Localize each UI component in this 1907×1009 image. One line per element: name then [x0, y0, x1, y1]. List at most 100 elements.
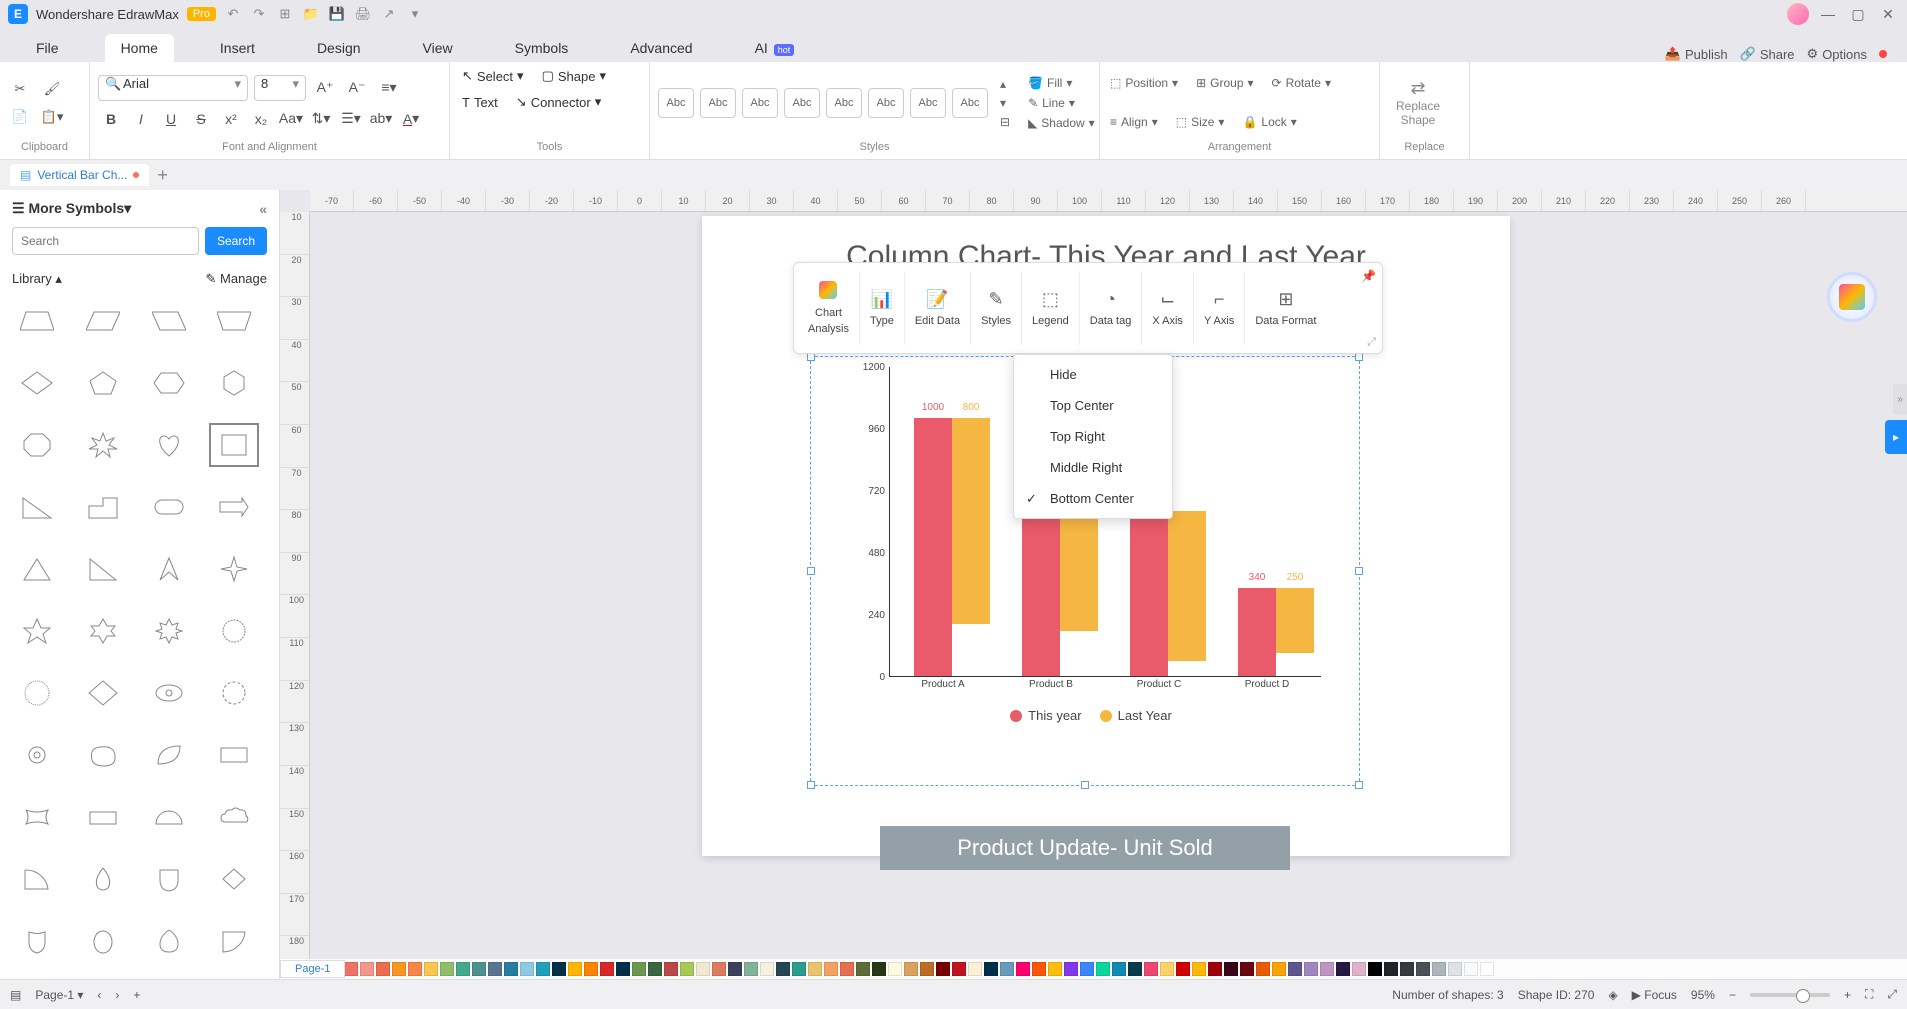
focus-button[interactable]: ▶ Focus: [1632, 988, 1677, 1002]
layers-icon[interactable]: ◈: [1608, 988, 1617, 1002]
style-gallery[interactable]: Abc Abc Abc Abc Abc Abc Abc Abc: [658, 88, 988, 118]
color-swatch[interactable]: [408, 962, 422, 976]
color-swatch[interactable]: [440, 962, 454, 976]
color-swatch[interactable]: [728, 962, 742, 976]
page-layout-icon[interactable]: ▤: [10, 988, 21, 1002]
gallery-more-icon[interactable]: ⊟: [998, 113, 1012, 131]
color-swatch[interactable]: [584, 962, 598, 976]
chart-type-button[interactable]: 📊Type: [860, 271, 905, 345]
more-icon[interactable]: ▾: [406, 5, 424, 23]
shape-shield[interactable]: [144, 857, 194, 901]
color-swatch[interactable]: [760, 962, 774, 976]
shape-diamond2[interactable]: [78, 671, 128, 715]
search-input[interactable]: [12, 227, 199, 255]
shape-heart[interactable]: [144, 423, 194, 467]
manage-button[interactable]: ✎ Manage: [206, 271, 268, 287]
color-swatch[interactable]: [744, 962, 758, 976]
menu-home[interactable]: Home: [105, 34, 174, 62]
chart-analysis-button[interactable]: ChartAnalysis: [798, 271, 860, 345]
color-swatch[interactable]: [1000, 962, 1014, 976]
color-swatch[interactable]: [1272, 962, 1286, 976]
color-swatch[interactable]: [1464, 962, 1478, 976]
superscript-icon[interactable]: x²: [218, 107, 244, 131]
shape-pentagon[interactable]: [78, 361, 128, 405]
print-icon[interactable]: 🖨: [354, 5, 372, 23]
resize-handle[interactable]: [1355, 353, 1363, 361]
color-swatch[interactable]: [712, 962, 726, 976]
bullets-icon[interactable]: ☰▾: [338, 107, 364, 131]
size-button[interactable]: ⬚ Size▾: [1174, 113, 1227, 131]
x-axis-button[interactable]: ⌙X Axis: [1142, 271, 1194, 345]
color-swatch[interactable]: [392, 962, 406, 976]
shape-hexagon-v[interactable]: [209, 361, 259, 405]
shadow-button[interactable]: ◣ Shadow ▾: [1026, 114, 1097, 132]
menu-file[interactable]: File: [20, 34, 75, 62]
color-swatch[interactable]: [824, 962, 838, 976]
new-icon[interactable]: ⊞: [276, 5, 294, 23]
color-swatch[interactable]: [1032, 962, 1046, 976]
color-swatch[interactable]: [792, 962, 806, 976]
color-swatch[interactable]: [1112, 962, 1126, 976]
font-grow-icon[interactable]: A⁺: [312, 76, 338, 100]
color-swatch[interactable]: [1352, 962, 1366, 976]
color-swatch[interactable]: [1288, 962, 1302, 976]
line-button[interactable]: ✎ Line ▾: [1026, 94, 1097, 112]
font-size-select[interactable]: 8 ▾: [254, 75, 306, 101]
color-swatch[interactable]: [376, 962, 390, 976]
gallery-down-icon[interactable]: ▾: [998, 94, 1012, 112]
style-preset[interactable]: Abc: [910, 88, 946, 118]
color-swatch[interactable]: [568, 962, 582, 976]
add-tab-button[interactable]: +: [157, 165, 168, 186]
color-swatch[interactable]: [360, 962, 374, 976]
color-swatch[interactable]: [632, 962, 646, 976]
shape-leaf[interactable]: [144, 733, 194, 777]
rotate-button[interactable]: ⟳ Rotate▾: [1270, 74, 1333, 92]
shape-trapezoid-r[interactable]: [144, 299, 194, 343]
color-swatch[interactable]: [776, 962, 790, 976]
color-swatch[interactable]: [648, 962, 662, 976]
subtitle-box[interactable]: Product Update- Unit Sold: [880, 826, 1290, 870]
legend-option[interactable]: Hide: [1014, 359, 1172, 390]
resize-handle[interactable]: [1355, 781, 1363, 789]
shape-egg[interactable]: [78, 919, 128, 963]
shape-star-burst[interactable]: [78, 423, 128, 467]
fullscreen-icon[interactable]: ⤢: [1887, 987, 1897, 1002]
style-preset[interactable]: Abc: [868, 88, 904, 118]
menu-insert[interactable]: Insert: [204, 34, 271, 62]
text-button[interactable]: T Text: [458, 92, 502, 112]
style-preset[interactable]: Abc: [700, 88, 736, 118]
color-swatch[interactable]: [424, 962, 438, 976]
shape-sparkle[interactable]: [209, 547, 259, 591]
legend-option[interactable]: Top Right: [1014, 421, 1172, 452]
align-icon[interactable]: ≡▾: [376, 76, 402, 100]
color-swatch[interactable]: [472, 962, 486, 976]
menu-design[interactable]: Design: [301, 34, 377, 62]
color-swatch[interactable]: [344, 962, 358, 976]
color-swatch[interactable]: [888, 962, 902, 976]
color-swatch[interactable]: [968, 962, 982, 976]
legend-button[interactable]: ⬚Legend: [1022, 271, 1080, 345]
add-page-icon[interactable]: +: [133, 988, 140, 1002]
resize-handle[interactable]: [1355, 567, 1363, 575]
publish-button[interactable]: 📤 Publish: [1665, 46, 1728, 62]
color-swatch[interactable]: [1400, 962, 1414, 976]
color-swatch[interactable]: [984, 962, 998, 976]
style-preset[interactable]: Abc: [952, 88, 988, 118]
undo-icon[interactable]: ↶: [224, 5, 242, 23]
underline-icon[interactable]: U: [158, 107, 184, 131]
color-swatch[interactable]: [696, 962, 710, 976]
strike-icon[interactable]: S: [188, 107, 214, 131]
legend-option[interactable]: Bottom Center: [1014, 483, 1172, 514]
shape-right-tri[interactable]: [78, 547, 128, 591]
page-sheet-tab[interactable]: Page-1: [280, 960, 345, 978]
group-button[interactable]: ⊞ Group▾: [1194, 74, 1255, 92]
style-preset[interactable]: Abc: [658, 88, 694, 118]
shape-seal2[interactable]: [209, 671, 259, 715]
highlight-icon[interactable]: ab▾: [368, 107, 394, 131]
color-swatch[interactable]: [1336, 962, 1350, 976]
color-swatch[interactable]: [456, 962, 470, 976]
subscript-icon[interactable]: x₂: [248, 107, 274, 131]
resize-handle[interactable]: [807, 781, 815, 789]
connector-button[interactable]: ↘ Connector ▾: [512, 92, 605, 112]
canvas[interactable]: Column Chart- This Year and Last Year 02…: [310, 212, 1907, 979]
